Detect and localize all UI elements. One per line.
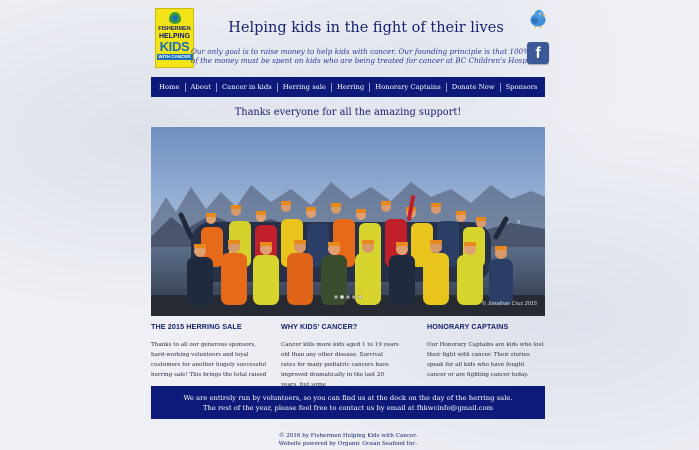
banner-line: We are entirely run by volunteers, so yo… <box>183 394 513 402</box>
nav-item-cancer-in-kids[interactable]: Cancer in kids <box>217 77 277 97</box>
nav-item-home[interactable]: Home <box>154 77 185 97</box>
nav-item-herring-sale[interactable]: Herring sale <box>278 77 331 97</box>
photo-slider[interactable]: › <box>151 127 545 316</box>
banner-line: The rest of the year, please feel free t… <box>202 404 494 412</box>
facebook-icon[interactable]: f <box>527 42 549 64</box>
logo-text-line: KIDS <box>159 38 190 54</box>
nav-item-donate-now[interactable]: Donate Now <box>447 77 500 97</box>
column-heading[interactable]: THE 2015 HERRING SALE <box>151 322 269 331</box>
nav-item-about[interactable]: About <box>186 77 216 97</box>
site-footer: © 2016 by Fishermen Helping Kids with Ca… <box>151 433 545 448</box>
main-navigation: Home About Cancer in kids Herring sale H… <box>151 77 545 97</box>
slider-dot[interactable] <box>352 295 356 299</box>
site-logo[interactable]: FISHERMEN HELPING KIDS WITH CANCER <box>155 8 194 68</box>
column-text: Our Honorary Captains are kids who lost … <box>427 342 544 378</box>
powered-by-link[interactable]: Website powered by Organic Ocean Seafood… <box>151 441 545 449</box>
slider-dot[interactable] <box>334 295 338 299</box>
why-kids-cancer-column: WHY KIDS' CANCER? Cancer kills more kids… <box>281 322 399 389</box>
herring-sale-column: THE 2015 HERRING SALE Thanks to all our … <box>151 322 269 389</box>
twitter-bird-icon[interactable] <box>527 7 549 29</box>
slider-dots <box>334 295 362 299</box>
group-photo <box>151 127 545 316</box>
site-tagline: Our only goal is to raise money to help … <box>191 47 542 65</box>
page-container: FISHERMEN HELPING KIDS WITH CANCER Helpi… <box>151 0 549 450</box>
nav-item-herring[interactable]: Herring <box>332 77 369 97</box>
column-heading[interactable]: WHY KIDS' CANCER? <box>281 322 399 331</box>
column-text: Thanks to all our generous sponsors, har… <box>151 342 267 378</box>
honorary-captains-column: HONORARY CAPTAINS Our Honorary Captains … <box>427 322 545 389</box>
column-heading[interactable]: HONORARY CAPTAINS <box>427 322 545 331</box>
site-title: Helping kids in the fight of their lives <box>228 20 504 36</box>
logo-text-line: WITH CANCER <box>156 53 193 60</box>
slider-dot[interactable] <box>358 295 362 299</box>
column-text: Cancer kills more kids aged 1 to 19 year… <box>281 342 399 388</box>
slider-dot[interactable] <box>346 295 350 299</box>
thanks-heading: Thanks everyone for all the amazing supp… <box>234 107 462 118</box>
tagline-line: Our only goal is to raise money to help … <box>191 47 530 56</box>
tagline-line: of the money must be spent on kids who a… <box>191 56 542 65</box>
nav-item-sponsors[interactable]: Sponsors <box>501 77 543 97</box>
photo-credit: © Jonathan Cruz 2015 <box>481 301 537 307</box>
heart-hands-icon <box>166 12 184 25</box>
nav-item-honorary-captains[interactable]: Honorary Captains <box>370 77 445 97</box>
volunteer-banner: We are entirely run by volunteers, so yo… <box>151 386 545 419</box>
slider-dot-active[interactable] <box>340 295 344 299</box>
copyright-text: © 2016 by Fishermen Helping Kids with Ca… <box>278 433 418 439</box>
slider-next-arrow[interactable]: › <box>517 215 521 228</box>
